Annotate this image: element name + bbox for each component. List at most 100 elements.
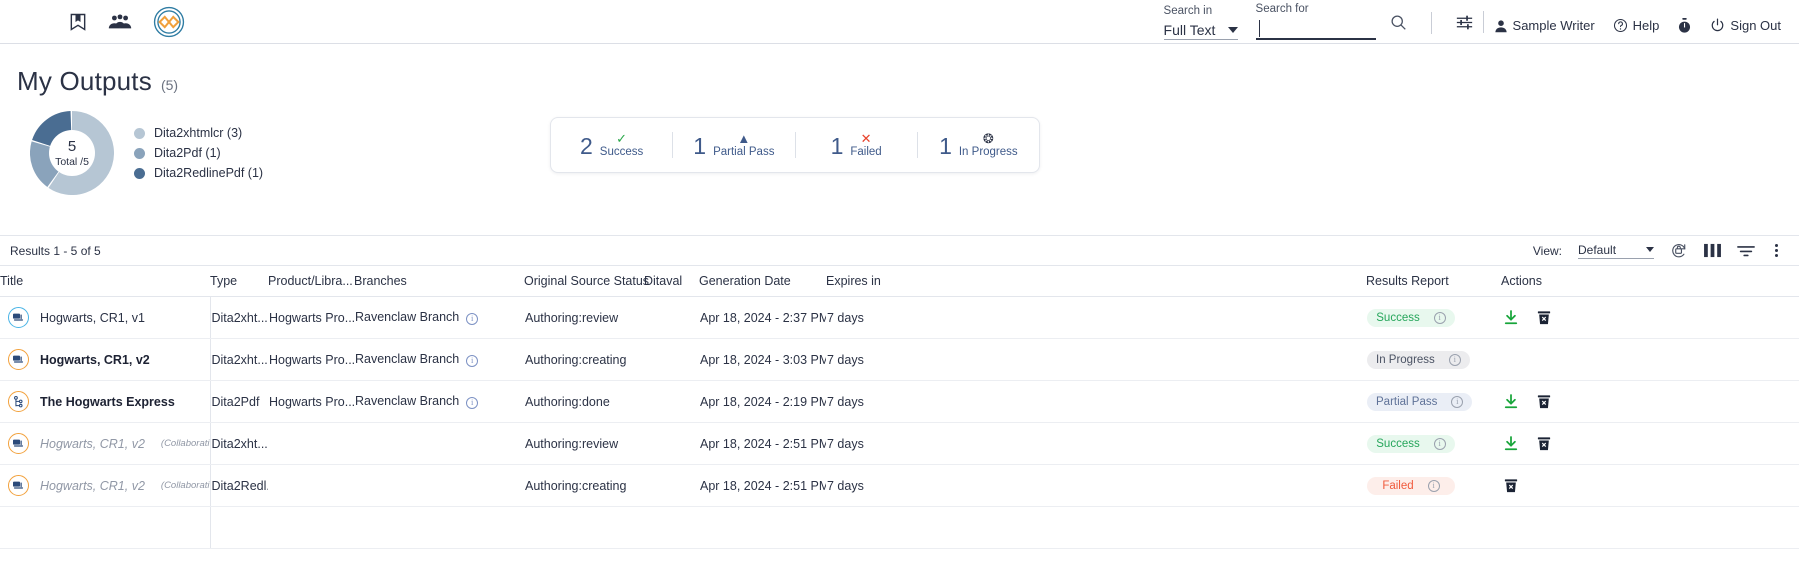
power-icon — [1712, 18, 1724, 32]
legend-item-0[interactable]: Dita2xhtmlcr (3) — [134, 126, 263, 140]
column-header-expires[interactable]: Expires in — [826, 266, 1366, 297]
stat-label: Partial Pass — [713, 145, 775, 158]
outputs-donut-chart: 5 Total /5 Dita2xhtmlcr (3) Dita2Pdf (1) D… — [30, 111, 263, 195]
status-stat-in-progress[interactable]: 1 ❂ In Progress — [918, 132, 1039, 159]
bookmark-icon[interactable] — [68, 12, 88, 32]
row-title: The Hogwarts Express — [40, 394, 175, 409]
status-badge-label: In Progress — [1376, 353, 1435, 366]
report-info-icon[interactable]: i — [1427, 479, 1440, 492]
cell-generation-date: Apr 18, 2024 - 2:51 PM — [699, 422, 826, 465]
status-badge[interactable]: Partial Pass i — [1367, 392, 1473, 411]
cell-ditaval — [644, 296, 699, 339]
cell-title[interactable]: Hogwarts, CR1, v2 — [0, 338, 211, 381]
delete-icon[interactable] — [1537, 310, 1551, 325]
cell-title[interactable]: Hogwarts, CR1, v1 — [0, 296, 211, 339]
report-info-icon[interactable]: i — [1433, 311, 1446, 324]
search-in-label: Search in — [1163, 4, 1213, 17]
hamburger-menu-icon[interactable] — [26, 17, 48, 27]
cell-expires: 7 days — [826, 338, 1366, 381]
cell-title[interactable]: Hogwarts, CR1, v2 (Collaborative R — [0, 422, 211, 465]
column-header-results-report[interactable]: Results Report — [1366, 266, 1501, 297]
page-title: My Outputs — [17, 66, 152, 96]
sign-out-label: Sign Out — [1730, 18, 1781, 33]
cell-generation-date: Apr 18, 2024 - 3:03 PM — [699, 338, 826, 381]
results-count-text: Results 1 - 5 of 5 — [10, 243, 101, 258]
cell-title[interactable]: Hogwarts, CR1, v2 (Collaborative R — [0, 464, 211, 507]
branch-info-icon[interactable]: i — [466, 312, 479, 325]
table-row[interactable]: Hogwarts, CR1, v2 (Collaborative R Dita2R… — [0, 464, 1799, 507]
legend-item-1[interactable]: Dita2Pdf (1) — [134, 146, 263, 160]
cell-product: Hogwarts Pro... — [268, 296, 354, 339]
view-select[interactable]: Default — [1578, 243, 1654, 259]
timer-button[interactable] — [1677, 17, 1692, 34]
cell-branch — [354, 422, 524, 465]
row-title-note: (Collaborative R — [160, 480, 210, 491]
status-stat-failed[interactable]: 1 ✕ Failed — [796, 132, 917, 159]
download-icon[interactable] — [1504, 310, 1518, 325]
status-badge[interactable]: Failed i — [1367, 476, 1455, 495]
column-header-branches[interactable]: Branches — [354, 266, 524, 297]
cell-generation-date: Apr 18, 2024 - 2:37 PM — [699, 296, 826, 339]
brand-logo-icon[interactable] — [152, 5, 186, 39]
column-header-product[interactable]: Product/Libra... — [268, 266, 354, 297]
search-input[interactable] — [1255, 19, 1376, 40]
delete-icon[interactable] — [1537, 436, 1551, 451]
search-icon[interactable] — [1390, 14, 1407, 31]
cell-type: Dita2Pdf — [210, 380, 268, 423]
refresh-lock-icon[interactable] — [1670, 242, 1688, 259]
table-row[interactable]: The Hogwarts Express Dita2Pdf Hogwarts Pr… — [0, 380, 1799, 423]
status-stat-partial-pass[interactable]: 1 ▲ Partial Pass — [673, 132, 794, 159]
stat-label: Failed — [850, 145, 882, 158]
filler-cell — [0, 506, 211, 549]
column-header-actions[interactable]: Actions — [1501, 266, 1799, 297]
cell-actions — [1501, 464, 1799, 507]
table-row[interactable]: Hogwarts, CR1, v2 (Collaborative R Dita2x… — [0, 422, 1799, 465]
columns-icon[interactable] — [1704, 243, 1721, 258]
user-account-menu[interactable]: Sample Writer — [1494, 18, 1595, 33]
download-icon[interactable] — [1504, 394, 1518, 409]
column-header-title[interactable]: Title — [0, 266, 210, 297]
status-badge[interactable]: Success i — [1367, 308, 1455, 327]
filter-settings-icon[interactable] — [1456, 14, 1473, 31]
delete-icon[interactable] — [1504, 478, 1518, 493]
cell-title[interactable]: The Hogwarts Express — [0, 380, 211, 423]
table-row[interactable]: Hogwarts, CR1, v1 Dita2xht... Hogwarts Pr… — [0, 296, 1799, 339]
report-info-icon[interactable]: i — [1448, 353, 1461, 366]
status-stat-success[interactable]: 2 ✓ Success — [551, 132, 672, 159]
stat-label: Success — [599, 145, 644, 158]
filter-icon[interactable] — [1737, 243, 1755, 258]
branch-info-icon[interactable]: i — [466, 354, 479, 367]
document-output-icon — [8, 475, 29, 496]
report-info-icon[interactable]: i — [1451, 395, 1464, 408]
donut-legend: Dita2xhtmlcr (3) Dita2Pdf (1) Dita2Redline… — [130, 126, 263, 180]
column-header-source-status[interactable]: Original Source Status — [524, 266, 649, 297]
sign-out-button[interactable]: Sign Out — [1710, 18, 1781, 33]
report-info-icon[interactable]: i — [1433, 437, 1446, 450]
stat-count: 1 — [830, 133, 844, 160]
chevron-down-icon — [1646, 247, 1654, 252]
status-badge-label: Partial Pass — [1376, 395, 1438, 408]
kebab-menu-icon[interactable] — [1771, 244, 1782, 257]
status-badge-label: Failed — [1382, 479, 1414, 492]
branch-info-icon[interactable]: i — [466, 396, 479, 409]
document-output-icon — [8, 307, 29, 328]
download-icon[interactable] — [1504, 436, 1518, 451]
search-in-select[interactable]: Full Text — [1163, 22, 1238, 40]
table-row[interactable]: Hogwarts, CR1, v2 Dita2xht... Hogwarts Pr… — [0, 338, 1799, 381]
column-header-ditaval[interactable]: Ditaval — [644, 266, 699, 297]
help-button[interactable]: Help — [1613, 18, 1659, 33]
cell-source-status: Authoring:done — [524, 380, 644, 423]
column-header-type[interactable]: Type — [210, 266, 268, 297]
stat-count: 2 — [579, 133, 593, 160]
stat-label: In Progress — [958, 145, 1018, 158]
delete-icon[interactable] — [1537, 394, 1551, 409]
column-header-generation-date[interactable]: Generation Date — [699, 266, 826, 297]
people-icon[interactable] — [108, 13, 132, 31]
status-badge[interactable]: In Progress i — [1367, 350, 1470, 369]
legend-item-2[interactable]: Dita2RedlinePdf (1) — [134, 166, 263, 180]
cell-branch: Ravenclaw Branch i — [354, 296, 524, 339]
cell-product: Hogwarts Pro... — [268, 380, 354, 423]
status-badge[interactable]: Success i — [1367, 434, 1455, 453]
cell-expires: 7 days — [826, 464, 1366, 507]
cell-branch: Ravenclaw Branch i — [354, 338, 524, 381]
